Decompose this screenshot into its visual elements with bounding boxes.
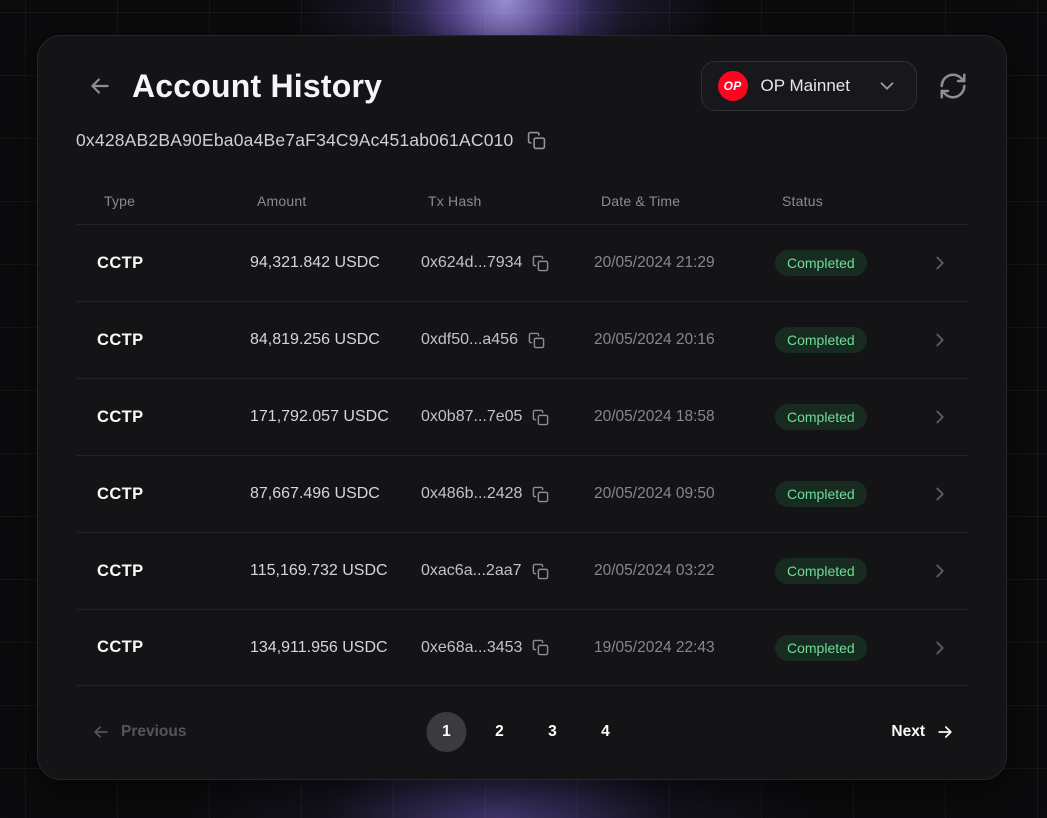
copy-icon [532,639,549,656]
back-button[interactable] [86,72,114,100]
status-badge: Completed [775,635,867,661]
row-detail-button[interactable] [929,637,978,659]
tx-type: CCTP [97,485,250,504]
tx-datetime: 20/05/2024 18:58 [594,408,775,426]
copy-icon [527,131,546,150]
chevron-right-icon [929,252,951,274]
page-numbers: 1 2 3 4 [426,712,625,752]
copy-icon [528,332,545,349]
copy-tx-hash-button[interactable] [532,639,549,656]
status-badge: Completed [775,327,867,353]
card-header: Account History OP OP Mainnet [76,61,968,111]
row-detail-button[interactable] [929,406,978,428]
network-name: OP Mainnet [761,76,850,96]
column-header-status: Status [782,193,936,209]
table-row[interactable]: CCTP 84,819.256 USDC 0xdf50...a456 20/05… [76,301,968,378]
status-badge: Completed [775,404,867,430]
copy-icon [532,409,549,426]
page-button-4[interactable]: 4 [585,712,625,752]
tx-hash: 0xac6a...2aa7 [421,562,522,580]
column-header-amount: Amount [257,193,428,209]
tx-hash: 0x624d...7934 [421,254,522,272]
status-badge: Completed [775,250,867,276]
copy-icon [532,563,549,580]
copy-tx-hash-button[interactable] [532,409,549,426]
address-row: 0x428AB2BA90Eba0a4Be7aF34C9Ac451ab061AC0… [76,130,968,151]
column-header-datetime: Date & Time [601,193,782,209]
tx-datetime: 20/05/2024 09:50 [594,485,775,503]
back-arrow-icon [87,73,113,99]
tx-type: CCTP [97,254,250,273]
tx-type: CCTP [97,638,250,657]
table-row[interactable]: CCTP 87,667.496 USDC 0x486b...2428 20/05… [76,455,968,532]
tx-amount: 87,667.496 USDC [250,485,421,503]
tx-amount: 134,911.956 USDC [250,639,421,657]
chevron-right-icon [929,483,951,505]
copy-address-button[interactable] [527,131,546,150]
table-header: Type Amount Tx Hash Date & Time Status [76,151,968,224]
tx-amount: 115,169.732 USDC [250,562,421,580]
tx-hash: 0x486b...2428 [421,485,522,503]
status-badge: Completed [775,481,867,507]
arrow-left-icon [91,722,111,742]
tx-amount: 84,819.256 USDC [250,331,421,349]
pagination: Previous 1 2 3 4 Next [76,686,968,778]
copy-tx-hash-button[interactable] [532,563,549,580]
table-body: CCTP 94,321.842 USDC 0x624d...7934 20/05… [76,224,968,686]
row-detail-button[interactable] [929,329,978,351]
next-page-button[interactable]: Next [891,722,968,742]
chevron-down-icon [876,75,898,97]
page-button-2[interactable]: 2 [479,712,519,752]
previous-label: Previous [121,723,186,741]
account-history-card: Account History OP OP Mainnet 0x428AB2BA… [37,35,1007,780]
status-badge: Completed [775,558,867,584]
tx-amount: 171,792.057 USDC [250,408,421,426]
tx-datetime: 20/05/2024 03:22 [594,562,775,580]
table-row[interactable]: CCTP 94,321.842 USDC 0x624d...7934 20/05… [76,224,968,301]
tx-hash: 0x0b87...7e05 [421,408,522,426]
refresh-button[interactable] [938,71,968,101]
copy-tx-hash-button[interactable] [532,486,549,503]
previous-page-button[interactable]: Previous [76,722,186,742]
tx-datetime: 20/05/2024 21:29 [594,254,775,272]
op-logo: OP [718,71,748,101]
row-detail-button[interactable] [929,560,978,582]
tx-datetime: 20/05/2024 20:16 [594,331,775,349]
copy-icon [532,486,549,503]
page-button-1[interactable]: 1 [426,712,466,752]
copy-tx-hash-button[interactable] [532,255,549,272]
tx-type: CCTP [97,408,250,427]
column-header-tx-hash: Tx Hash [428,193,601,209]
row-detail-button[interactable] [929,483,978,505]
refresh-icon [938,71,968,101]
table-row[interactable]: CCTP 134,911.956 USDC 0xe68a...3453 19/0… [76,609,968,686]
tx-hash: 0xe68a...3453 [421,639,522,657]
row-detail-button[interactable] [929,252,978,274]
network-select[interactable]: OP OP Mainnet [701,61,917,111]
header-left: Account History [86,68,382,105]
chevron-right-icon [929,329,951,351]
tx-amount: 94,321.842 USDC [250,254,421,272]
tx-type: CCTP [97,562,250,581]
chevron-right-icon [929,560,951,582]
next-label: Next [891,723,925,741]
page-title: Account History [132,68,382,105]
tx-type: CCTP [97,331,250,350]
arrow-right-icon [935,722,955,742]
header-right: OP OP Mainnet [701,61,968,111]
tx-hash: 0xdf50...a456 [421,331,518,349]
page-button-3[interactable]: 3 [532,712,572,752]
table-row[interactable]: CCTP 115,169.732 USDC 0xac6a...2aa7 20/0… [76,532,968,609]
wallet-address: 0x428AB2BA90Eba0a4Be7aF34C9Ac451ab061AC0… [76,130,514,151]
chevron-right-icon [929,406,951,428]
copy-icon [532,255,549,272]
tx-datetime: 19/05/2024 22:43 [594,639,775,657]
table-row[interactable]: CCTP 171,792.057 USDC 0x0b87...7e05 20/0… [76,378,968,455]
copy-tx-hash-button[interactable] [528,332,545,349]
chevron-right-icon [929,637,951,659]
column-header-type: Type [104,193,257,209]
